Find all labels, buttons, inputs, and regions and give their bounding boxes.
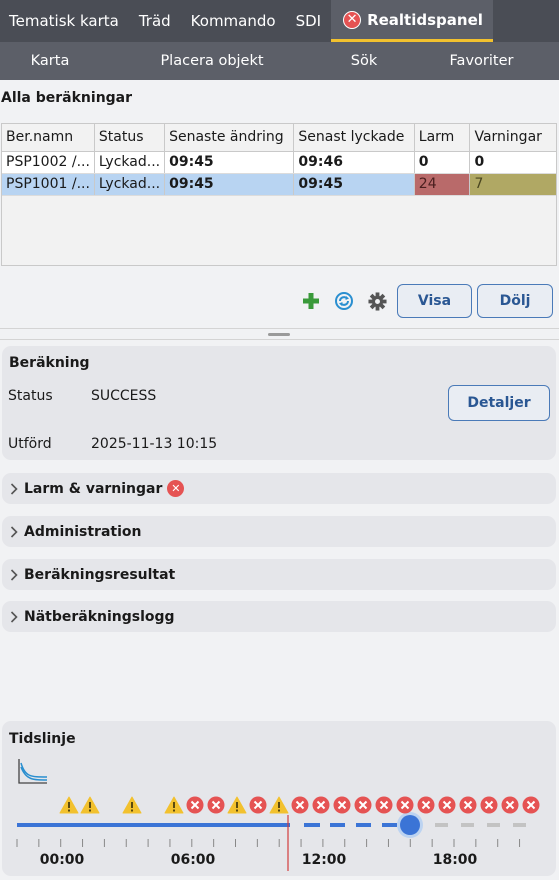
cell-alarms: 0 (414, 151, 471, 174)
cell-last-ok: 09:46 (293, 151, 415, 174)
tab-tematisk-karta[interactable]: Tematisk karta (0, 0, 129, 42)
chevron-right-icon (4, 525, 24, 538)
chevron-right-icon (4, 610, 24, 623)
column-header-status[interactable]: Status (94, 124, 166, 152)
settings-gear-icon[interactable] (366, 290, 388, 312)
table-row-selected[interactable]: PSP1001 /... Lyckad... 09:45 09:45 24 7 (2, 173, 556, 196)
error-icon[interactable] (375, 796, 393, 814)
time-label: 00:00 (39, 852, 85, 868)
timeline-card: Tidslinje 00:00 06:00 12:00 18:00 (2, 721, 556, 876)
accordion-calculation-results[interactable]: Beräkningsresultat (2, 559, 556, 590)
details-button[interactable]: Detaljer (448, 385, 550, 421)
cell-name: PSP1002 /... (2, 151, 95, 174)
table-header-row: Ber.namn Status Senaste ändring Senast l… (2, 124, 556, 152)
warning-icon[interactable] (80, 796, 100, 814)
error-icon[interactable] (249, 796, 267, 814)
subnav-sok[interactable]: Sök (324, 53, 404, 69)
warning-icon[interactable] (59, 796, 79, 814)
time-label: 12:00 (301, 852, 347, 868)
cell-status: Lyckad... (94, 151, 166, 174)
timeline-track[interactable] (2, 721, 556, 871)
cell-warnings: 0 (469, 151, 556, 174)
error-icon[interactable] (207, 796, 225, 814)
done-label: Utförd (8, 436, 52, 452)
table-row[interactable]: PSP1002 /... Lyckad... 09:45 09:46 0 0 (2, 151, 556, 174)
error-icon[interactable] (417, 796, 435, 814)
cell-warnings: 7 (469, 173, 556, 196)
tab-kommando[interactable]: Kommando (181, 0, 286, 42)
error-icon[interactable] (312, 796, 330, 814)
chevron-right-icon (4, 482, 24, 495)
calculation-card: Beräkning Status SUCCESS Detaljer Utförd… (2, 346, 556, 460)
chevron-right-icon (4, 568, 24, 581)
error-icon[interactable] (396, 796, 414, 814)
cell-changed: 09:45 (164, 151, 295, 174)
error-badge-icon: ✕ (343, 10, 362, 29)
tab-sdi[interactable]: SDI (286, 0, 332, 42)
warning-icon[interactable] (164, 796, 184, 814)
error-icon[interactable] (291, 796, 309, 814)
error-icon[interactable] (459, 796, 477, 814)
tab-trad[interactable]: Träd (129, 0, 181, 42)
section-title-all-calculations: Alla beräkningar (1, 90, 133, 106)
table-toolbar: Visa Dölj (300, 284, 553, 318)
accordion-label: Administration (24, 523, 142, 540)
column-header-last-ok[interactable]: Senast lyckade (293, 124, 415, 152)
calculations-table: Ber.namn Status Senaste ändring Senast l… (1, 123, 557, 266)
error-icon[interactable] (501, 796, 519, 814)
error-icon[interactable] (480, 796, 498, 814)
top-tab-bar: Tematisk karta Träd Kommando SDI ✕ Realt… (0, 0, 559, 42)
column-header-warnings[interactable]: Varningar (469, 124, 556, 152)
subnav-favoriter[interactable]: Favoriter (404, 53, 559, 69)
status-value: SUCCESS (91, 388, 157, 404)
tab-realtidspanel-label: Realtidspanel (367, 10, 483, 29)
column-header-name[interactable]: Ber.namn (2, 124, 95, 152)
status-label: Status (8, 388, 53, 404)
done-value: 2025-11-13 10:15 (91, 436, 218, 452)
calculation-title: Beräkning (9, 355, 90, 371)
warning-icon[interactable] (269, 796, 289, 814)
splitter-grip[interactable] (268, 333, 290, 336)
hide-button[interactable]: Dölj (477, 284, 553, 318)
error-icon[interactable] (333, 796, 351, 814)
error-icon[interactable] (354, 796, 372, 814)
warning-icon[interactable] (227, 796, 247, 814)
refresh-icon[interactable] (333, 290, 355, 312)
accordion-network-log[interactable]: Nätberäkningslogg (2, 601, 556, 632)
subnav-placera-objekt[interactable]: Placera objekt (100, 53, 324, 69)
timeline-knob[interactable] (400, 815, 420, 835)
column-header-alarms[interactable]: Larm (414, 124, 471, 152)
warning-icon[interactable] (122, 796, 142, 814)
sub-navigation: Karta Placera objekt Sök Favoriter (0, 42, 559, 80)
add-icon[interactable] (300, 290, 322, 312)
error-icon[interactable] (438, 796, 456, 814)
tab-realtidspanel[interactable]: ✕ Realtidspanel (331, 0, 493, 42)
error-icon[interactable] (186, 796, 204, 814)
accordion-label: Nätberäkningslogg (24, 608, 175, 625)
time-label: 18:00 (432, 852, 478, 868)
cell-status: Lyckad... (94, 173, 166, 196)
subnav-karta[interactable]: Karta (0, 53, 100, 69)
resize-splitter[interactable] (0, 328, 559, 340)
accordion-label: Larm & varningar (24, 480, 163, 497)
cell-last-ok: 09:45 (293, 173, 415, 196)
column-header-changed[interactable]: Senaste ändring (164, 124, 295, 152)
accordion-label: Beräkningsresultat (24, 566, 176, 583)
accordion-alarms-warnings[interactable]: Larm & varningar ✕ (2, 473, 556, 504)
show-button[interactable]: Visa (397, 284, 472, 318)
error-badge-icon: ✕ (167, 480, 185, 497)
error-icon[interactable] (522, 796, 540, 814)
time-label: 06:00 (170, 852, 216, 868)
accordion-administration[interactable]: Administration (2, 516, 556, 547)
cell-name: PSP1001 /... (2, 173, 95, 196)
cell-alarms: 24 (414, 173, 471, 196)
cell-changed: 09:45 (164, 173, 295, 196)
